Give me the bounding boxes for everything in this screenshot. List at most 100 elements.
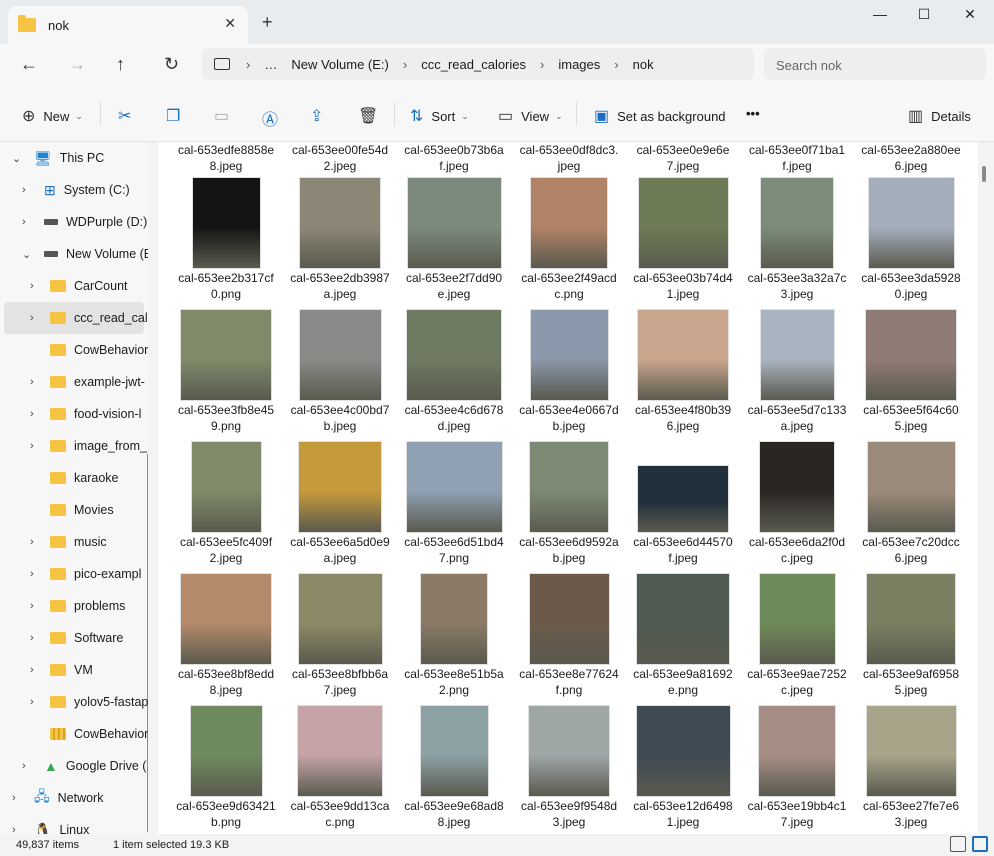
rename-button[interactable]: Ⓐ (262, 106, 286, 130)
chevron-down-icon[interactable]: ⌄ (12, 152, 21, 165)
sidebar-item[interactable]: › ▲ Google Drive ( (0, 750, 148, 782)
sidebar-item[interactable]: › ccc_read_calories (4, 302, 148, 334)
breadcrumb-item[interactable]: ccc_read_calories (421, 57, 526, 72)
file-item[interactable]: cal-653ee9a81692e.png (633, 572, 733, 704)
sidebar-item[interactable]: ⌄ New Volume (E:) (0, 238, 148, 270)
sidebar-item[interactable]: CowBehavior (0, 334, 148, 366)
back-button[interactable]: ← (20, 54, 38, 75)
content-scrollbar[interactable] (982, 166, 986, 182)
file-item[interactable]: cal-653ee2f49acdc.png (519, 176, 619, 308)
file-item[interactable]: cal-653edfe8858e8.jpeg (176, 142, 276, 180)
chevron-right-icon[interactable]: › (30, 696, 34, 708)
file-item[interactable]: cal-653ee9af69585.jpeg (861, 572, 961, 704)
file-item[interactable]: cal-653ee0df8dc3.jpeg (519, 142, 619, 180)
sidebar-item[interactable]: › food-vision-l (0, 398, 148, 430)
maximize-button[interactable]: ☐ (902, 6, 946, 26)
cut-button[interactable]: ✂ (118, 106, 139, 126)
delete-button[interactable]: 🗑 (358, 106, 386, 126)
set-as-background-button[interactable]: ▣ Set as background (594, 106, 726, 126)
close-window-button[interactable]: ✕ (948, 6, 992, 26)
file-item[interactable]: cal-653ee00fe54d2.jpeg (290, 142, 390, 180)
sidebar-item[interactable]: › WDPurple (D:) (0, 206, 148, 238)
details-button[interactable]: ▥ Details (908, 106, 971, 126)
file-item[interactable]: cal-653ee2b317cf0.png (176, 176, 276, 308)
more-options-button[interactable]: ••• (746, 106, 760, 121)
sidebar-item[interactable]: karaoke (0, 462, 148, 494)
tab-nok[interactable]: nok ✕ (8, 6, 248, 44)
file-item[interactable]: cal-653ee0b73b6af.jpeg (404, 142, 504, 180)
file-item[interactable]: cal-653ee9ae7252c.jpeg (747, 572, 847, 704)
file-item[interactable]: cal-653ee12d64981.jpeg (633, 704, 733, 834)
refresh-button[interactable]: ↻ (164, 54, 179, 75)
chevron-right-icon[interactable]: › (12, 792, 16, 804)
chevron-right-icon[interactable]: › (30, 312, 34, 324)
file-item[interactable]: cal-653ee7c20dcc6.jpeg (861, 440, 961, 572)
sidebar-item[interactable]: › VM (0, 654, 148, 686)
paste-button[interactable]: ▭ (214, 106, 237, 126)
sidebar-item[interactable]: › 🖧 Network (0, 782, 148, 814)
sidebar-item[interactable]: › image_from_ (0, 430, 148, 462)
chevron-right-icon[interactable]: › (12, 824, 16, 834)
file-item[interactable]: cal-653ee9dd13cac.png (290, 704, 390, 834)
breadcrumb-item[interactable]: images (558, 57, 600, 72)
breadcrumb-item[interactable]: nok (633, 57, 654, 72)
sidebar-item[interactable]: › example-jwt- (0, 366, 148, 398)
file-item[interactable]: cal-653ee6a5d0e9a.jpeg (290, 440, 390, 572)
chevron-down-icon[interactable]: ⌄ (22, 248, 31, 261)
sidebar-item[interactable]: › pico-exampl (0, 558, 148, 590)
close-tab-icon[interactable]: ✕ (224, 15, 236, 32)
file-item[interactable]: cal-653ee6d51bd47.png (404, 440, 504, 572)
chevron-right-icon[interactable]: › (30, 536, 34, 548)
view-button[interactable]: ▭ View ⌄ (498, 106, 563, 126)
copy-button[interactable]: ❐ (166, 106, 188, 126)
this-pc-icon[interactable] (214, 58, 230, 70)
chevron-right-icon[interactable]: › (30, 408, 34, 420)
file-item[interactable]: cal-653ee2db3987a.jpeg (290, 176, 390, 308)
address-field[interactable]: › … New Volume (E:) › ccc_read_calories … (202, 48, 754, 80)
file-item[interactable]: cal-653ee3da59280.jpeg (861, 176, 961, 308)
chevron-right-icon[interactable]: › (30, 632, 34, 644)
file-item[interactable]: cal-653ee19bb4c17.jpeg (747, 704, 847, 834)
forward-button[interactable]: → (68, 54, 86, 75)
file-item[interactable]: cal-653ee4e0667db.jpeg (519, 308, 619, 440)
search-input[interactable]: Search nok (764, 48, 986, 80)
file-item[interactable]: cal-653ee8bfbb6a7.jpeg (290, 572, 390, 704)
chevron-right-icon[interactable]: › (30, 568, 34, 580)
file-item[interactable]: cal-653ee3fb8e459.png (176, 308, 276, 440)
sidebar-item[interactable]: › Software (0, 622, 148, 654)
sidebar-item[interactable]: Movies (0, 494, 148, 526)
file-item[interactable]: cal-653ee3a32a7c3.jpeg (747, 176, 847, 308)
file-item[interactable]: cal-653ee5fc409f2.jpeg (176, 440, 276, 572)
sidebar-item[interactable]: › music (0, 526, 148, 558)
sidebar-item[interactable]: › yolov5-fastap (0, 686, 148, 718)
up-button[interactable]: ↑ (116, 54, 125, 75)
chevron-right-icon[interactable]: › (30, 280, 34, 292)
file-item[interactable]: cal-653ee4c00bd7b.jpeg (290, 308, 390, 440)
thumbnails-view-icon[interactable] (972, 836, 988, 852)
chevron-right-icon[interactable]: › (22, 216, 26, 228)
file-item[interactable]: cal-653ee2f7dd90e.jpeg (404, 176, 504, 308)
file-item[interactable]: cal-653ee0e9e6e7.jpeg (633, 142, 733, 180)
file-item[interactable]: cal-653ee9e68ad88.jpeg (404, 704, 504, 834)
sidebar-item[interactable]: CowBehavior (0, 718, 148, 750)
file-item[interactable]: cal-653ee4f80b396.jpeg (633, 308, 733, 440)
new-button[interactable]: ⊕ New ⌄ (22, 106, 83, 126)
share-button[interactable]: ⇪ (310, 106, 331, 126)
file-item[interactable]: cal-653ee8e77624f.png (519, 572, 619, 704)
chevron-right-icon[interactable]: › (30, 664, 34, 676)
file-item[interactable]: cal-653ee5f64c605.jpeg (861, 308, 961, 440)
new-tab-button[interactable]: + (262, 12, 273, 33)
chevron-right-icon[interactable]: › (30, 600, 34, 612)
minimize-button[interactable]: — (858, 6, 902, 26)
file-item[interactable]: cal-653ee9d63421b.png (176, 704, 276, 834)
file-item[interactable]: cal-653ee0f71ba1f.jpeg (747, 142, 847, 180)
file-item[interactable]: cal-653ee6d44570f.jpeg (633, 440, 733, 572)
sidebar-item[interactable]: › ⊞ System (C:) (0, 174, 148, 206)
chevron-right-icon[interactable]: › (22, 184, 26, 196)
file-item[interactable]: cal-653ee8e51b5a2.png (404, 572, 504, 704)
file-item[interactable]: cal-653ee6d9592ab.jpeg (519, 440, 619, 572)
breadcrumb-item[interactable]: New Volume (E:) (291, 57, 389, 72)
file-item[interactable]: cal-653ee5d7c133a.jpeg (747, 308, 847, 440)
sort-button[interactable]: ⇅ Sort ⌄ (410, 106, 469, 126)
chevron-right-icon[interactable]: › (22, 760, 26, 772)
